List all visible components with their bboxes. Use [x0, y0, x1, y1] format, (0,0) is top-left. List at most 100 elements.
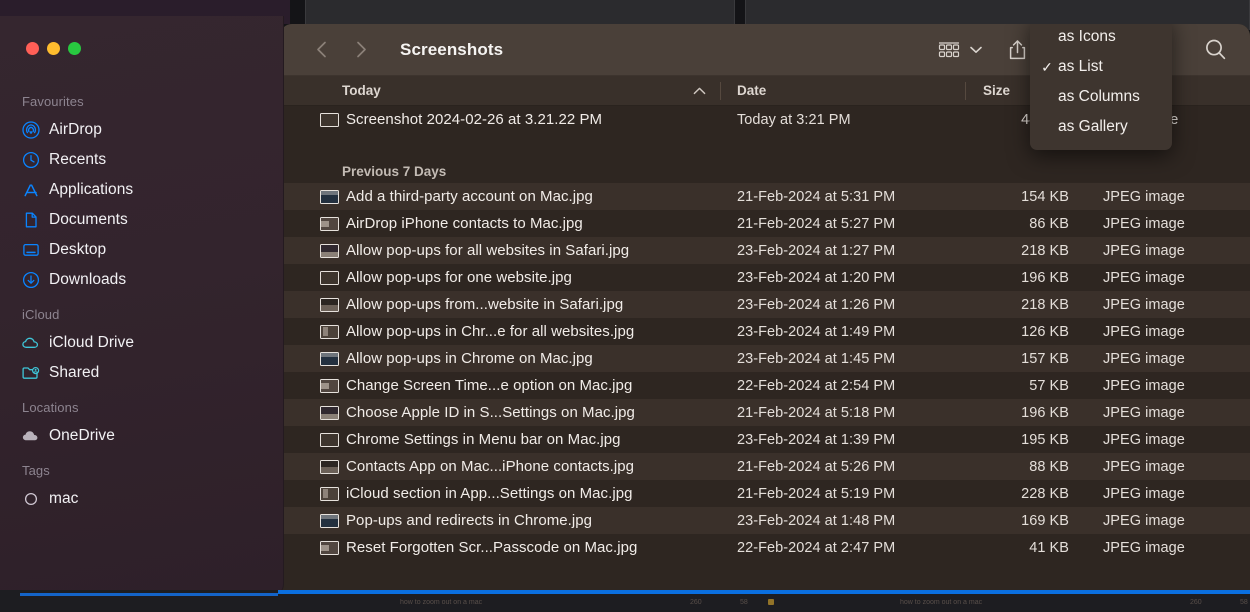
table-row[interactable]: iCloud section in App...Settings on Mac.…	[280, 480, 1250, 507]
sidebar-item-icloud-drive[interactable]: iCloud Drive	[0, 328, 283, 358]
selection-highlight-bar	[278, 590, 1250, 594]
sidebar-item-label: mac	[49, 490, 78, 508]
view-options-menu[interactable]: as Icons✓as Listas Columns as Gallery	[1030, 24, 1172, 150]
background-ghost-number: 260	[690, 599, 702, 607]
file-thumbnail-icon	[320, 487, 339, 501]
background-window-bottom: how to zoom out on a mac26058how to zoom…	[0, 590, 1250, 612]
back-button[interactable]	[308, 35, 334, 65]
search-button[interactable]	[1198, 33, 1232, 67]
menu-item-as-icons[interactable]: as Icons	[1030, 24, 1172, 52]
file-thumbnail-icon	[320, 514, 339, 528]
file-kind-label: JPEG image	[1085, 513, 1250, 529]
sidebar-item-shared[interactable]: Shared	[0, 358, 283, 388]
sidebar-list[interactable]: FavouritesAirDropRecentsApplicationsDocu…	[0, 82, 283, 596]
file-size-label: 57 KB	[965, 378, 1085, 394]
sidebar-group-title-locations: Locations	[0, 400, 283, 415]
table-row[interactable]: Choose Apple ID in S...Settings on Mac.j…	[280, 399, 1250, 426]
file-date-label: 22-Feb-2024 at 2:47 PM	[720, 540, 965, 556]
file-name-cell: Allow pop-ups for all websites in Safari…	[280, 242, 720, 259]
sidebar-item-label: Documents	[49, 211, 128, 229]
file-size-label: 126 KB	[965, 324, 1085, 340]
sidebar-item-label: Desktop	[49, 241, 106, 259]
file-name-label: Add a third-party account on Mac.jpg	[346, 188, 593, 205]
file-date-label: 21-Feb-2024 at 5:27 PM	[720, 216, 965, 232]
share-button[interactable]	[1000, 33, 1034, 67]
table-row[interactable]: Allow pop-ups from...website in Safari.j…	[280, 291, 1250, 318]
sidebar-item-label: iCloud Drive	[49, 334, 134, 352]
sidebar-item-documents[interactable]: Documents	[0, 205, 283, 235]
column-header-date[interactable]: Date	[720, 76, 965, 106]
file-name-cell: Change Screen Time...e option on Mac.jpg	[280, 377, 720, 394]
forward-button[interactable]	[348, 35, 374, 65]
file-name-cell: Chrome Settings in Menu bar on Mac.jpg	[280, 431, 720, 448]
file-name-cell: Allow pop-ups in Chr...e for all website…	[280, 323, 720, 340]
airdrop-icon	[21, 121, 40, 140]
file-size-label: 157 KB	[965, 351, 1085, 367]
background-ghost-percent: 58	[740, 599, 748, 607]
sidebar-item-applications[interactable]: Applications	[0, 175, 283, 205]
file-thumbnail-icon	[320, 325, 339, 339]
sidebar-item-desktop[interactable]: Desktop	[0, 235, 283, 265]
sidebar-item-onedrive[interactable]: OneDrive	[0, 421, 283, 451]
menu-item-as-gallery[interactable]: as Gallery	[1030, 112, 1172, 142]
column-header-name[interactable]: Today	[280, 76, 720, 106]
file-date-label: 23-Feb-2024 at 1:26 PM	[720, 297, 965, 313]
window-title: Screenshots	[400, 40, 503, 60]
minimize-button[interactable]	[47, 42, 60, 55]
file-thumbnail-icon	[320, 433, 339, 447]
search-icon	[1204, 38, 1227, 61]
file-size-label: 195 KB	[965, 432, 1085, 448]
file-kind-label: JPEG image	[1085, 432, 1250, 448]
file-list[interactable]: Screenshot 2024-02-26 at 3.21.22 PMToday…	[280, 106, 1250, 561]
view-chevron-down-icon[interactable]	[966, 46, 986, 54]
file-name-cell: Allow pop-ups from...website in Safari.j…	[280, 296, 720, 313]
file-kind-label: JPEG image	[1085, 459, 1250, 475]
table-row[interactable]: Chrome Settings in Menu bar on Mac.jpg23…	[280, 426, 1250, 453]
file-name-label: Contacts App on Mac...iPhone contacts.jp…	[346, 458, 634, 475]
file-size-label: 218 KB	[965, 297, 1085, 313]
file-kind-label: JPEG image	[1085, 378, 1250, 394]
table-row[interactable]: Allow pop-ups for all websites in Safari…	[280, 237, 1250, 264]
file-date-label: 21-Feb-2024 at 5:31 PM	[720, 189, 965, 205]
file-date-label: 23-Feb-2024 at 1:49 PM	[720, 324, 965, 340]
table-row[interactable]: Change Screen Time...e option on Mac.jpg…	[280, 372, 1250, 399]
sidebar-item-airdrop[interactable]: AirDrop	[0, 115, 283, 145]
menu-item-label: as Gallery	[1056, 118, 1128, 136]
menu-item-label: as List	[1056, 58, 1103, 76]
file-size-label: 88 KB	[965, 459, 1085, 475]
table-row[interactable]: Allow pop-ups for one website.jpg23-Feb-…	[280, 264, 1250, 291]
table-row[interactable]: Add a third-party account on Mac.jpg 21-F…	[280, 183, 1250, 210]
finder-window: Screenshots	[280, 24, 1250, 612]
table-row[interactable]: Contacts App on Mac...iPhone contacts.jp…	[280, 453, 1250, 480]
file-name-cell: AirDrop iPhone contacts to Mac.jpg	[280, 215, 720, 232]
sidebar-item-mac[interactable]: mac	[0, 484, 283, 514]
sidebar-item-recents[interactable]: Recents	[0, 145, 283, 175]
file-size-label: 41 KB	[965, 540, 1085, 556]
menu-item-as-list[interactable]: ✓as List	[1030, 52, 1172, 82]
chevron-down-icon	[970, 46, 982, 54]
file-name-label: Allow pop-ups for all websites in Safari…	[346, 242, 629, 259]
file-name-label: Reset Forgotten Scr...Passcode on Mac.jp…	[346, 539, 637, 556]
view-group-button[interactable]	[932, 33, 966, 67]
menu-item-as-columns[interactable]: as Columns	[1030, 82, 1172, 112]
file-kind-label: JPEG image	[1085, 486, 1250, 502]
table-row[interactable]: Reset Forgotten Scr...Passcode on Mac.jp…	[280, 534, 1250, 561]
table-row[interactable]: Allow pop-ups in Chrome on Mac.jpg23-Feb…	[280, 345, 1250, 372]
sidebar-item-label: Shared	[49, 364, 99, 382]
file-thumbnail-icon	[320, 113, 339, 127]
file-kind-label: JPEG image	[1085, 351, 1250, 367]
table-row[interactable]: Pop-ups and redirects in Chrome.jpg23-Fe…	[280, 507, 1250, 534]
close-button[interactable]	[26, 42, 39, 55]
file-thumbnail-icon	[320, 406, 339, 420]
column-header-size-label: Size	[983, 83, 1010, 98]
desktop-background: Screenshots	[0, 0, 1250, 612]
file-name-label: Screenshot 2024-02-26 at 3.21.22 PM	[346, 111, 602, 128]
sidebar-item-downloads[interactable]: Downloads	[0, 265, 283, 295]
file-name-label: AirDrop iPhone contacts to Mac.jpg	[346, 215, 583, 232]
maximize-button[interactable]	[68, 42, 81, 55]
file-name-cell: Screenshot 2024-02-26 at 3.21.22 PM	[280, 111, 720, 128]
column-header-date-label: Date	[737, 83, 766, 98]
table-row[interactable]: AirDrop iPhone contacts to Mac.jpg 21-Feb…	[280, 210, 1250, 237]
chevron-left-icon	[316, 41, 327, 58]
table-row[interactable]: Allow pop-ups in Chr...e for all website…	[280, 318, 1250, 345]
